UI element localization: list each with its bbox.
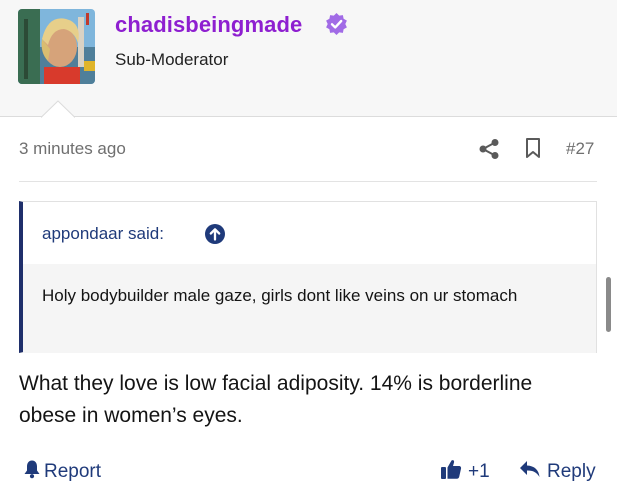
post-body-text: What they love is low facial adiposity. … — [19, 372, 533, 427]
header-pointer — [41, 100, 75, 118]
bookmark-icon[interactable] — [523, 137, 543, 159]
avatar[interactable] — [18, 9, 95, 84]
post-user-header: chadisbeingmade Sub-Moderator — [0, 0, 617, 118]
scrollbar[interactable] — [606, 277, 611, 332]
post-number[interactable]: #27 — [566, 139, 594, 159]
bell-icon — [23, 459, 41, 485]
report-button[interactable]: Report — [23, 459, 101, 485]
reply-arrow-icon — [519, 459, 541, 485]
share-icon[interactable] — [478, 138, 500, 160]
report-label: Report — [44, 461, 102, 482]
username[interactable]: chadisbeingmade — [115, 12, 302, 38]
quote-header: appondaar said: — [23, 202, 596, 264]
verified-check-icon — [324, 12, 349, 37]
quote-block: appondaar said: Holy bodybuilder male ga… — [19, 201, 597, 353]
post-timestamp[interactable]: 3 minutes ago — [19, 139, 126, 159]
thumbs-up-icon — [440, 458, 462, 486]
post-meta-row: 3 minutes ago #27 — [0, 117, 617, 181]
arrow-up-circle-icon[interactable] — [204, 223, 226, 245]
reply-button[interactable]: Reply — [519, 459, 596, 485]
post-actions: Report +1 Reply — [0, 452, 617, 492]
quote-text: Holy bodybuilder male gaze, girls dont l… — [23, 264, 596, 353]
quote-author[interactable]: appondaar said: — [42, 224, 164, 244]
reply-label: Reply — [547, 461, 596, 482]
like-count: +1 — [468, 461, 490, 482]
like-button[interactable]: +1 — [440, 458, 490, 486]
meta-divider — [19, 181, 597, 182]
user-title: Sub-Moderator — [115, 50, 229, 69]
